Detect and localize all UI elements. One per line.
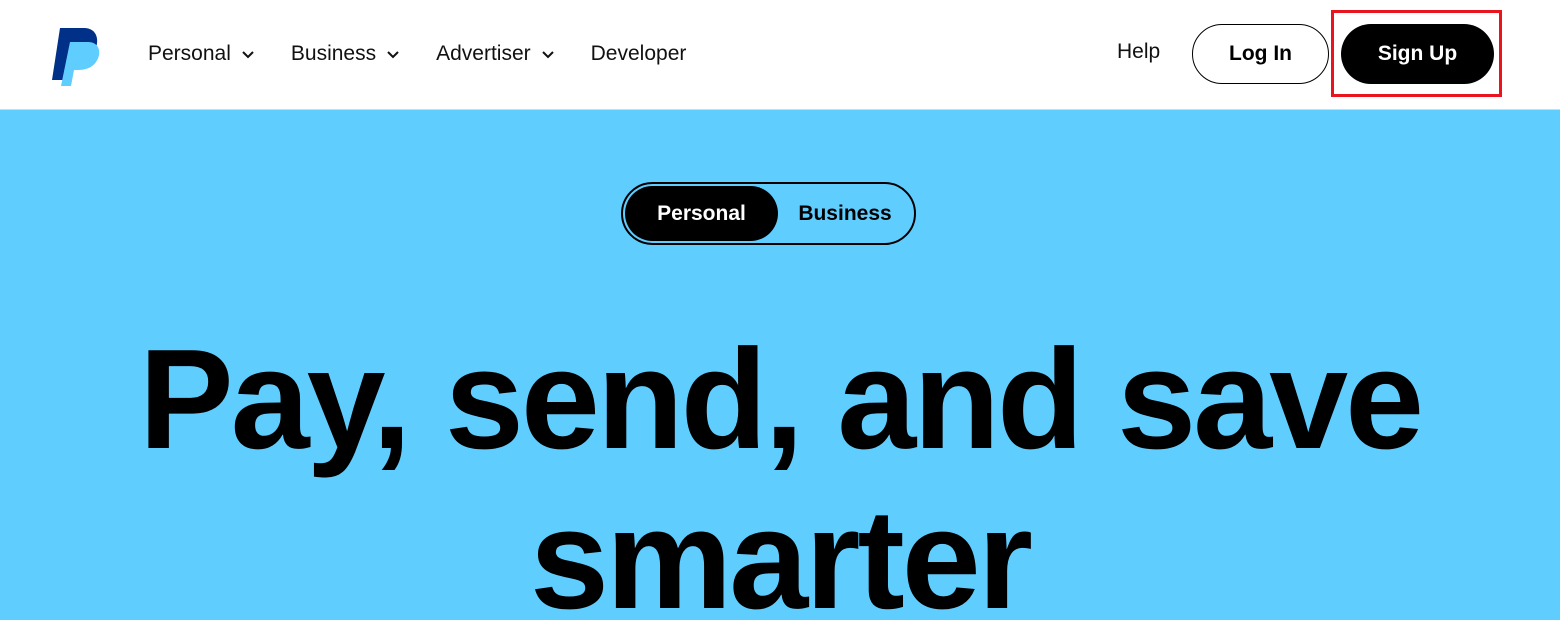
nav-item-advertiser[interactable]: Advertiser: [436, 42, 555, 66]
chevron-down-icon: [242, 51, 254, 59]
headline-line-1: Pay, send, and save: [138, 320, 1424, 479]
site-header: Personal Business Advertiser Developer H…: [0, 0, 1560, 110]
main-nav: Personal Business Advertiser Developer: [148, 0, 722, 108]
toggle-option-business[interactable]: Business: [778, 186, 912, 241]
hero-headline: Pay, send, and save smarter: [0, 320, 1560, 620]
nav-item-business[interactable]: Business: [291, 42, 400, 66]
headline-line-2: smarter: [530, 480, 1033, 620]
personal-business-toggle: Personal Business: [621, 182, 916, 245]
hero-section: Personal Business Pay, send, and save sm…: [0, 110, 1560, 620]
nav-item-label: Advertiser: [436, 42, 531, 65]
chevron-down-icon: [541, 51, 554, 59]
signup-button[interactable]: Sign Up: [1341, 24, 1494, 84]
nav-item-label: Personal: [148, 42, 231, 65]
nav-item-developer[interactable]: Developer: [591, 42, 687, 66]
nav-item-label: Business: [290, 42, 377, 65]
nav-item-personal[interactable]: Personal: [148, 42, 255, 66]
nav-item-label: Developer: [590, 42, 687, 65]
chevron-down-icon: [387, 51, 399, 59]
toggle-option-personal[interactable]: Personal: [625, 186, 778, 241]
login-button[interactable]: Log In: [1192, 24, 1329, 84]
paypal-logo[interactable]: [50, 28, 102, 86]
help-link[interactable]: Help: [1117, 40, 1160, 64]
